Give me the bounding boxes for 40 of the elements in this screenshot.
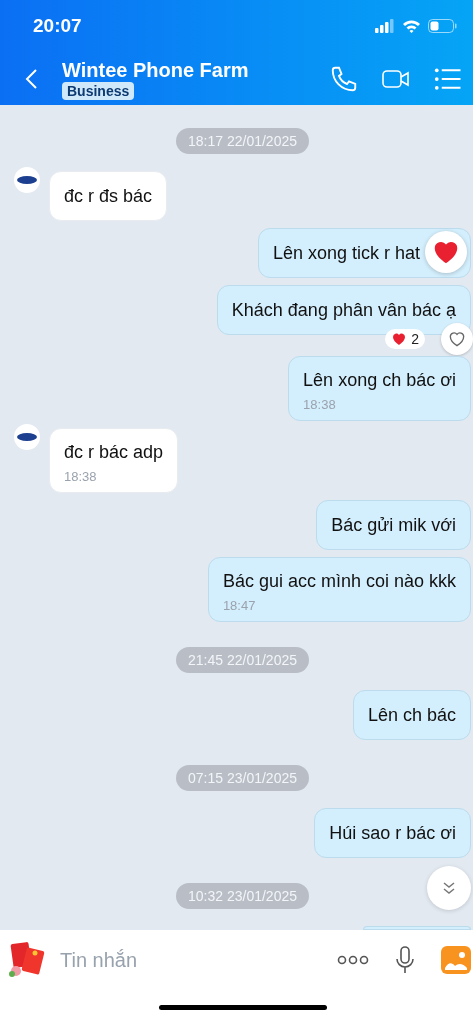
message-bubble[interactable]: Húi sao r bác ơi: [314, 808, 471, 859]
double-chevron-icon: [441, 880, 457, 896]
message-text: Bác gửi mik với: [331, 514, 456, 537]
message-bubble[interactable]: Bác gui acc mình coi nào kkk 18:47: [207, 557, 471, 623]
back-icon[interactable]: [24, 67, 38, 90]
chat-title: Wintee Phone Farm: [62, 57, 249, 82]
message-time: 18:38: [64, 469, 98, 485]
battery-icon: [428, 19, 457, 33]
message-text: Khách đang phân vân bác ạ: [231, 299, 456, 322]
date-separator: 21:45 22/01/2025: [176, 647, 309, 674]
more-icon[interactable]: [337, 955, 369, 965]
message-text: Lên xong tick r hat: [272, 242, 420, 265]
message-time: 18:38: [303, 397, 337, 413]
message-text: Bác gui acc mình coi nào kkk: [222, 570, 456, 593]
message-bubble[interactable]: đc r bác adp 18:38: [49, 428, 179, 494]
date-separator: 07:15 23/01/2025: [176, 765, 309, 792]
like-button[interactable]: [441, 323, 473, 356]
business-badge: Business: [62, 81, 135, 100]
wifi-icon: [402, 19, 421, 33]
heart-icon: [391, 331, 408, 348]
message-text: đc r đs bác: [64, 185, 153, 208]
message-bubble[interactable]: Bác gửi mik với: [316, 500, 471, 551]
message-bubble[interactable]: Lên xong tick r hat: [257, 228, 471, 279]
status-time: 20:07: [33, 15, 82, 37]
message-text: đc r bác adp: [64, 441, 164, 464]
message-time: 18:47: [222, 598, 257, 614]
contact-avatar[interactable]: [14, 424, 40, 451]
image-icon[interactable]: [441, 946, 471, 974]
reaction-badge[interactable]: [425, 231, 467, 274]
date-separator: 10:32 23/01/2025: [176, 883, 309, 910]
contact-avatar[interactable]: [14, 167, 40, 194]
signal-icon: [375, 19, 395, 33]
message-text: Lên xong ch bác ơi: [303, 369, 456, 392]
message-bubble[interactable]: Lên xong ch bác ơi 18:38: [288, 356, 471, 422]
reaction-count[interactable]: 2: [385, 329, 425, 350]
message-text: Lên ch bác: [367, 704, 456, 727]
date-separator: 18:17 22/01/2025: [176, 128, 309, 155]
message-bubble[interactable]: đc r đs bác: [49, 171, 168, 222]
message-text: Húi sao r bác ơi: [329, 822, 456, 845]
message-bubble[interactable]: Lên ch bác: [352, 690, 471, 741]
